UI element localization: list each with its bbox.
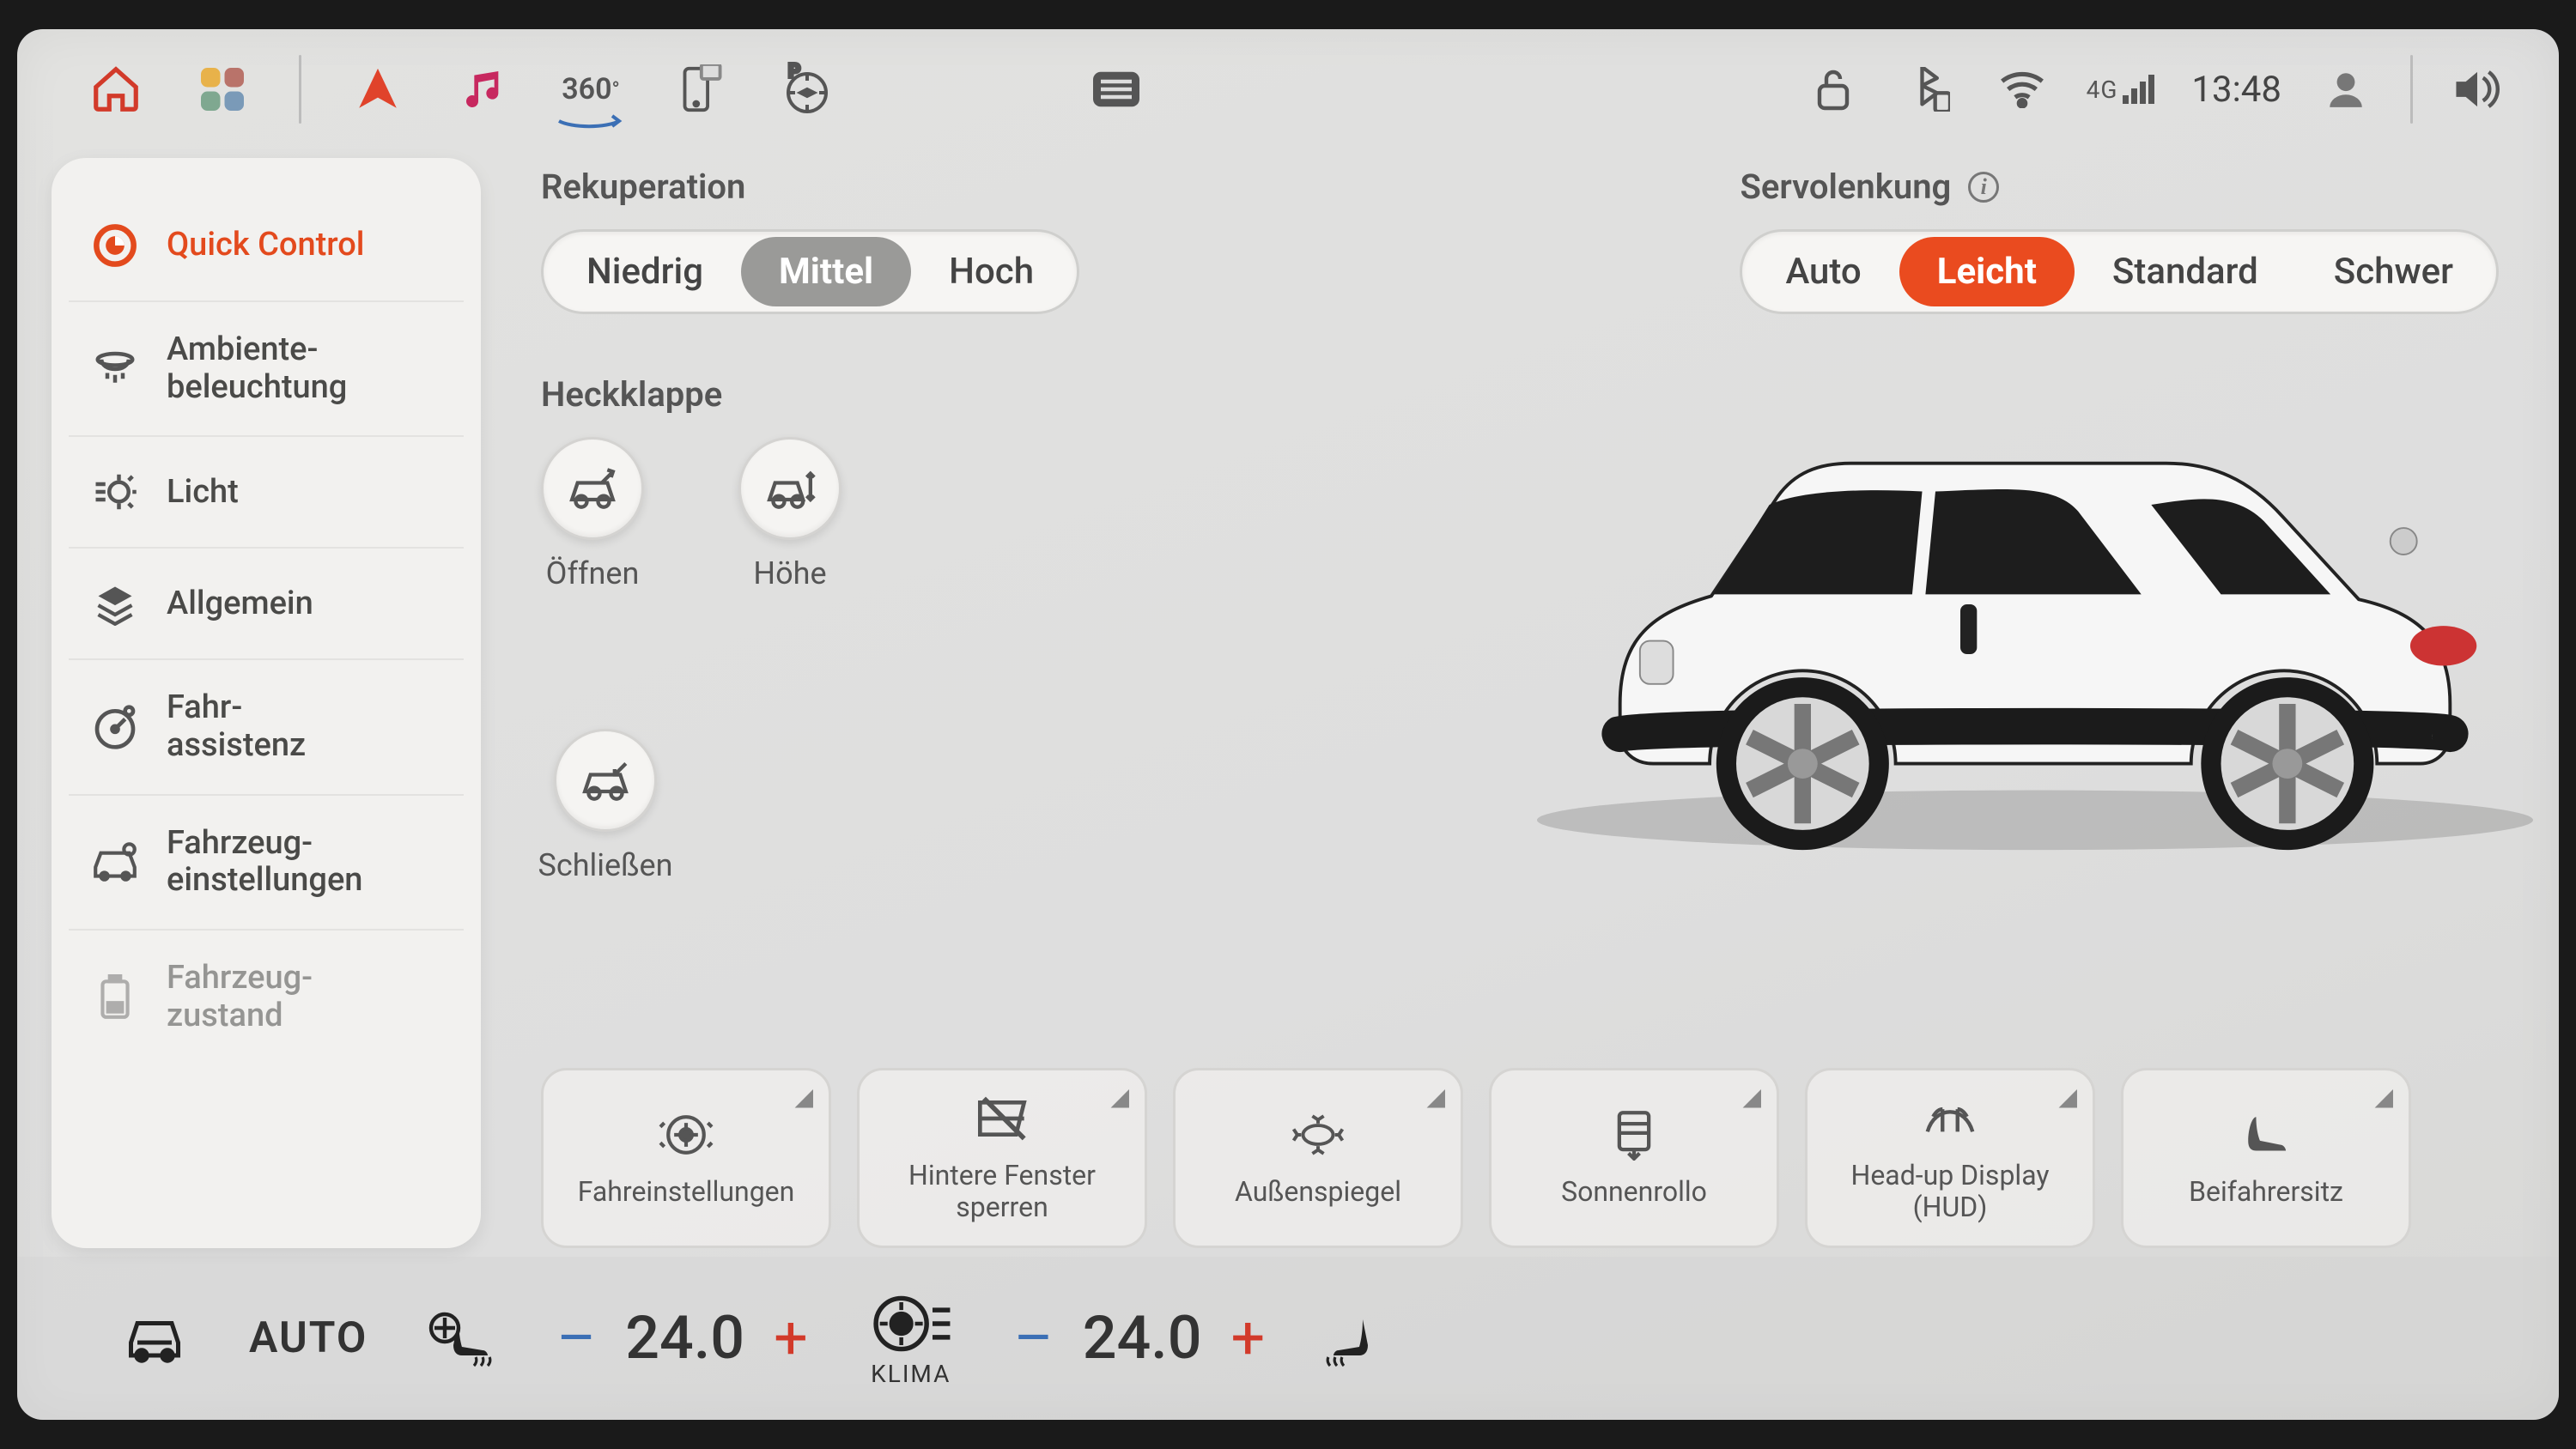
rekuperation-option-mid[interactable]: Mittel [741, 237, 911, 306]
trunk-height-label: Höhe [753, 555, 826, 591]
sidebar-item-label: Allgemein [167, 585, 313, 623]
battery-icon [89, 972, 141, 1023]
sidebar: Quick Control Ambiente- beleuchtung Lich… [52, 158, 481, 1248]
separator [299, 55, 301, 124]
seat-heat-right-icon[interactable] [1325, 1304, 1394, 1373]
expand-icon: ◢ [1742, 1082, 1761, 1111]
servolenkung-title: Servolenkung [1740, 167, 1951, 207]
clock: 13:48 [2191, 69, 2281, 111]
bluetooth-icon[interactable] [1898, 59, 1958, 119]
sidebar-item-vehicle-status[interactable]: Fahrzeug- zustand [69, 931, 464, 1064]
car-settings-icon [89, 836, 141, 888]
tile-label: Beifahrersitz [2189, 1176, 2343, 1208]
expand-icon: ◢ [1426, 1082, 1445, 1111]
info-icon[interactable]: i [1968, 172, 1999, 203]
servo-option-light[interactable]: Leicht [1899, 237, 2075, 306]
servo-option-heavy[interactable]: Schwer [2296, 237, 2491, 306]
trunk-open-button[interactable] [541, 437, 644, 540]
servo-option-auto[interactable]: Auto [1747, 237, 1899, 306]
phone-icon[interactable] [667, 59, 727, 119]
tile-label: Außenspiegel [1235, 1176, 1401, 1208]
temp-right-value: 24.0 [1083, 1303, 1202, 1373]
servolenkung-selector: Auto Leicht Standard Schwer [1740, 229, 2499, 314]
profile-icon[interactable] [2316, 59, 2376, 119]
temp-right-minus[interactable]: – [1014, 1303, 1054, 1373]
tile-sunblind[interactable]: ◢ Sonnenrollo [1489, 1068, 1779, 1248]
navigation-icon[interactable] [348, 59, 408, 119]
sidebar-item-vehicle-settings[interactable]: Fahrzeug- einstellungen [69, 796, 464, 931]
svg-text:P: P [788, 62, 800, 82]
trunk-close-button[interactable] [554, 729, 657, 832]
tile-passenger-seat[interactable]: ◢ Beifahrersitz [2121, 1068, 2411, 1248]
rekuperation-selector: Niedrig Mittel Hoch [541, 229, 1079, 314]
trunk-close-label: Schließen [538, 847, 672, 883]
tile-label: Head-up Display (HUD) [1816, 1160, 2084, 1223]
section-title: Servolenkung i [1740, 167, 2499, 207]
temp-right-plus[interactable]: + [1231, 1303, 1266, 1373]
sidebar-item-label: Fahr- assistenz [167, 689, 306, 764]
tile-mirrors[interactable]: ◢ Außenspiegel [1173, 1068, 1463, 1248]
tile-label: Fahreinstellungen [578, 1176, 795, 1208]
klima-label: KLIMA [871, 1360, 951, 1388]
content-area: Rekuperation Niedrig Mittel Hoch Servole… [481, 158, 2524, 1248]
sidebar-item-label: Fahrzeug- zustand [167, 960, 313, 1034]
sidebar-item-label: Fahrzeug- einstellungen [167, 825, 362, 900]
home-icon[interactable] [86, 59, 146, 119]
gauge-icon [89, 701, 141, 753]
signal-4g: 4G [2087, 75, 2158, 104]
expand-icon: ◢ [2058, 1082, 2077, 1111]
klima-button[interactable]: KLIMA [868, 1289, 954, 1388]
tile-label: Sonnenrollo [1561, 1176, 1707, 1208]
servo-option-standard[interactable]: Standard [2075, 237, 2296, 306]
expand-icon: ◢ [794, 1082, 813, 1111]
sidebar-item-assist[interactable]: Fahr- assistenz [69, 660, 464, 795]
temp-left-minus[interactable]: – [556, 1303, 596, 1373]
layers-icon [89, 578, 141, 629]
light-icon [89, 466, 141, 518]
unlock-icon[interactable] [1803, 59, 1863, 119]
sidebar-item-ambient[interactable]: Ambiente- beleuchtung [69, 302, 464, 437]
rekuperation-section: Rekuperation Niedrig Mittel Hoch [541, 167, 1079, 314]
sidebar-item-label: Ambiente- beleuchtung [167, 331, 347, 406]
tile-drive-settings[interactable]: ◢ Fahreinstellungen [541, 1068, 831, 1248]
temp-left-value: 24.0 [625, 1303, 744, 1373]
volume-icon[interactable] [2447, 59, 2507, 119]
separator [2410, 55, 2413, 124]
park-assist-icon[interactable]: P [774, 59, 834, 119]
tile-label: Hintere Fenster sperren [868, 1160, 1136, 1223]
sidebar-item-label: Licht [167, 474, 239, 512]
sidebar-item-label: Quick Control [167, 227, 364, 264]
climate-auto-label[interactable]: AUTO [249, 1313, 368, 1363]
trunk-open-label: Öffnen [546, 555, 640, 591]
temp-left-plus[interactable]: + [774, 1303, 808, 1373]
trunk-height-button[interactable] [738, 437, 841, 540]
sidebar-item-quick-control[interactable]: Quick Control [69, 191, 464, 302]
climate-bar: AUTO – 24.0 + KLIMA – 24.0 + [17, 1257, 2559, 1420]
expand-icon: ◢ [1110, 1082, 1129, 1111]
wifi-icon[interactable] [1992, 59, 2052, 119]
quick-tiles: ◢ Fahreinstellungen ◢ Hintere Fenster sp… [541, 1068, 2524, 1248]
seat-heat-left-icon[interactable] [428, 1304, 496, 1373]
tile-hud[interactable]: ◢ Head-up Display (HUD) [1805, 1068, 2095, 1248]
camera-360-icon[interactable]: 360° [561, 59, 621, 119]
vehicle-image [1511, 355, 2559, 853]
quick-control-icon [89, 220, 141, 271]
temp-left: – 24.0 + [556, 1303, 807, 1373]
tile-rear-window-lock[interactable]: ◢ Hintere Fenster sperren [857, 1068, 1147, 1248]
section-title: Rekuperation [541, 167, 1079, 207]
apps-icon[interactable] [192, 59, 252, 119]
music-icon[interactable] [454, 59, 514, 119]
servolenkung-section: Servolenkung i Auto Leicht Standard Schw… [1740, 167, 2499, 314]
rekuperation-option-high[interactable]: Hoch [911, 237, 1072, 306]
temp-right: – 24.0 + [1014, 1303, 1265, 1373]
top-bar: 360° P 4G [17, 29, 2559, 149]
car-front-icon[interactable] [120, 1304, 189, 1373]
list-icon[interactable] [1086, 59, 1146, 119]
sidebar-item-light[interactable]: Licht [69, 437, 464, 549]
ambient-light-icon [89, 343, 141, 395]
expand-icon: ◢ [2374, 1082, 2393, 1111]
rekuperation-option-low[interactable]: Niedrig [549, 237, 741, 306]
sidebar-item-general[interactable]: Allgemein [69, 549, 464, 660]
